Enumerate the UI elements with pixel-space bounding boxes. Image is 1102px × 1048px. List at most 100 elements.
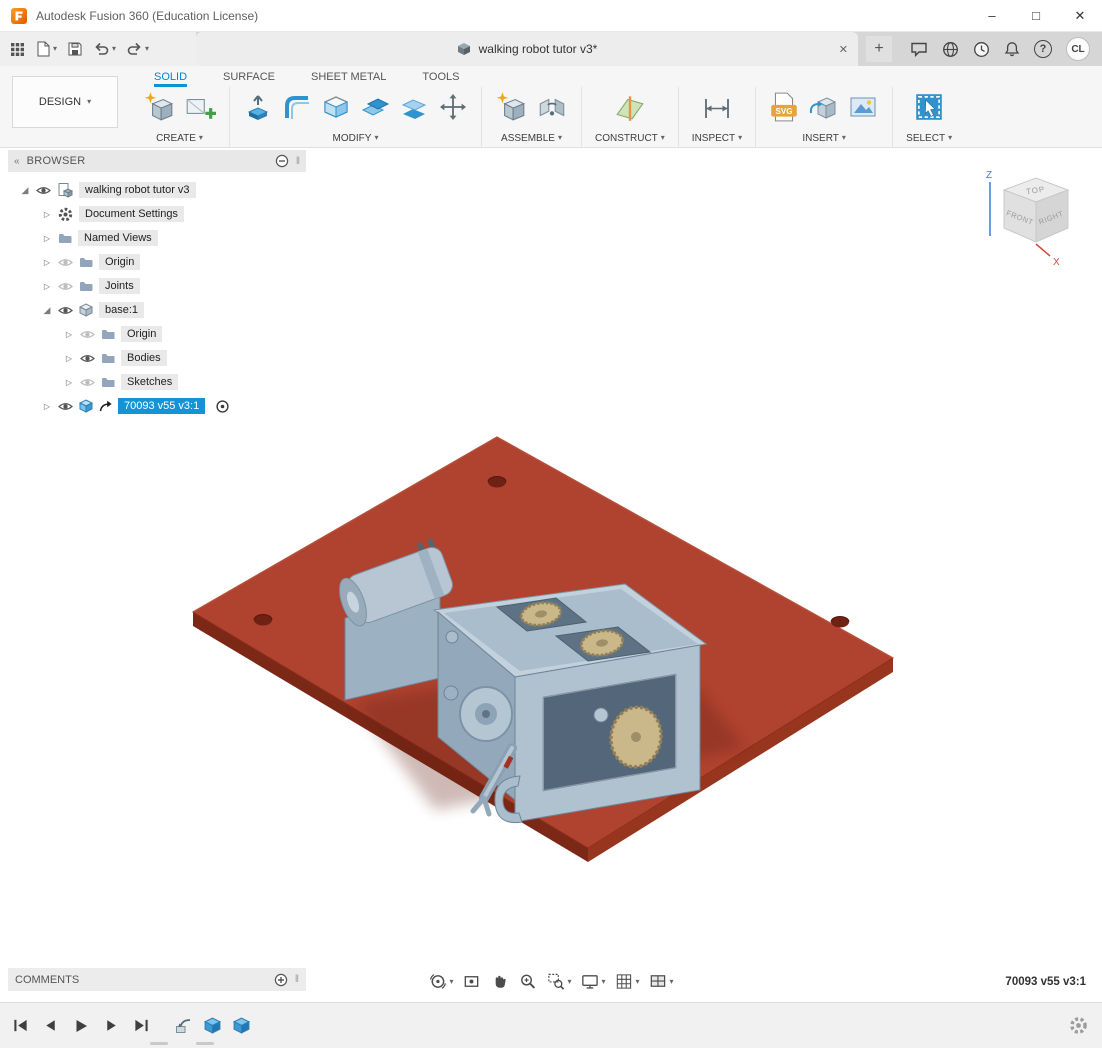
assemble-new-component-icon[interactable] (495, 91, 527, 128)
tree-row-base[interactable]: ◢ base:1 (8, 298, 306, 322)
redo-button[interactable]: ▾ (126, 41, 149, 57)
combine-icon[interactable] (360, 92, 390, 127)
tree-row-base-origin[interactable]: ▷ Origin (8, 322, 306, 346)
move-copy-icon[interactable] (438, 92, 468, 127)
offset-face-icon[interactable] (399, 92, 429, 127)
tree-item-label[interactable]: Named Views (78, 230, 158, 246)
tree-item-label[interactable]: base:1 (99, 302, 144, 318)
expand-toggle-icon[interactable]: ◢ (42, 305, 52, 316)
expand-toggle-icon[interactable]: ▷ (42, 258, 52, 267)
display-settings-icon[interactable]: ▾ (578, 971, 607, 992)
chevron-down-icon[interactable]: ▾ (199, 134, 203, 142)
timeline-scrollbar-segment[interactable] (150, 1042, 168, 1045)
collapse-panel-icon[interactable]: « (14, 156, 20, 167)
fillet-icon[interactable] (282, 92, 312, 127)
viewport-canvas[interactable]: « BROWSER ‖ ◢ walking robot tutor v3 ▷ (0, 148, 1102, 1002)
timeline-skip-start-button[interactable] (12, 1017, 29, 1034)
tree-item-label[interactable]: Origin (121, 326, 162, 342)
tab-surface[interactable]: SURFACE (223, 71, 275, 87)
shell-icon[interactable] (321, 92, 351, 127)
tree-row-bodies[interactable]: ▷ Bodies (8, 346, 306, 370)
tree-item-label[interactable]: Origin (99, 254, 140, 270)
create-sketch-icon[interactable] (184, 91, 216, 128)
job-status-clock-icon[interactable] (973, 41, 990, 58)
new-tab-button[interactable]: + (866, 36, 892, 62)
target-ring-icon[interactable] (215, 399, 230, 414)
new-component-icon[interactable] (143, 91, 175, 128)
tab-sheet-metal[interactable]: SHEET METAL (311, 71, 386, 87)
tree-row-document-settings[interactable]: ▷ Document Settings (8, 202, 306, 226)
insert-svg-icon[interactable]: SVG (769, 91, 799, 128)
visibility-eye-icon-hidden[interactable] (58, 257, 73, 268)
tree-row-named-views[interactable]: ▷ Named Views (8, 226, 306, 250)
visibility-eye-icon[interactable] (80, 353, 95, 364)
user-avatar[interactable]: CL (1066, 37, 1090, 61)
timeline-rollback-marker-icon[interactable] (174, 1017, 193, 1035)
comments-bar[interactable]: COMMENTS ‖ (8, 968, 306, 991)
joint-icon[interactable] (536, 91, 568, 128)
zoom-window-tool-icon[interactable]: ▾ (544, 971, 573, 992)
tree-row-origin[interactable]: ▷ Origin (8, 250, 306, 274)
close-button[interactable]: ✕ (1058, 0, 1102, 31)
tree-row-root[interactable]: ◢ walking robot tutor v3 (8, 178, 306, 202)
workspace-switcher[interactable]: DESIGN ▾ (12, 76, 118, 128)
comments-icon[interactable] (910, 41, 928, 57)
measure-icon[interactable] (701, 92, 733, 127)
expand-toggle-icon[interactable]: ▷ (42, 402, 52, 411)
tree-row-sketches[interactable]: ▷ Sketches (8, 370, 306, 394)
canvas-image-icon[interactable] (847, 92, 879, 127)
tab-tools[interactable]: TOOLS (422, 71, 459, 87)
visibility-eye-icon[interactable] (58, 305, 73, 316)
visibility-eye-icon[interactable] (58, 401, 73, 412)
undo-button[interactable]: ▾ (93, 41, 116, 57)
expand-toggle-icon[interactable]: ▷ (64, 330, 74, 339)
visibility-eye-icon[interactable] (36, 185, 51, 196)
timeline-component-op-icon[interactable] (232, 1016, 251, 1035)
timeline-step-forward-button[interactable] (103, 1017, 120, 1034)
app-grid-icon[interactable] (10, 42, 25, 57)
help-icon[interactable]: ? (1034, 40, 1052, 58)
timeline-skip-end-button[interactable] (133, 1017, 150, 1034)
panel-grip[interactable]: ‖ (295, 974, 299, 985)
tree-item-label[interactable]: Bodies (121, 350, 167, 366)
tree-row-linked-component[interactable]: ▷ 70093 v55 v3:1 (8, 394, 306, 418)
maximize-button[interactable]: □ (1014, 0, 1058, 31)
expand-toggle-icon[interactable]: ◢ (20, 185, 30, 196)
minimize-button[interactable]: – (970, 0, 1014, 31)
grid-display-icon[interactable]: ▾ (613, 971, 642, 992)
timeline-step-back-button[interactable] (42, 1017, 59, 1034)
chevron-down-icon[interactable]: ▾ (948, 134, 952, 142)
file-menu-button[interactable]: ▾ (35, 41, 57, 57)
expand-toggle-icon[interactable]: ▷ (42, 210, 52, 219)
zoom-tool-icon[interactable] (516, 971, 539, 992)
notifications-bell-icon[interactable] (1004, 41, 1020, 58)
pan-tool-icon[interactable] (488, 971, 511, 992)
tree-item-label[interactable]: Joints (99, 278, 140, 294)
tree-item-label[interactable]: walking robot tutor v3 (79, 182, 196, 198)
document-tab[interactable]: walking robot tutor v3* ✕ (196, 32, 858, 66)
chevron-down-icon[interactable]: ▾ (374, 134, 378, 142)
expand-toggle-icon[interactable]: ▷ (42, 282, 52, 291)
tree-item-label[interactable]: Sketches (121, 374, 178, 390)
tree-item-label-selected[interactable]: 70093 v55 v3:1 (118, 398, 205, 414)
chevron-down-icon[interactable]: ▾ (738, 134, 742, 142)
viewports-icon[interactable]: ▾ (647, 971, 676, 992)
tree-item-label[interactable]: Document Settings (79, 206, 184, 222)
add-comment-icon[interactable] (274, 973, 288, 987)
tree-row-joints[interactable]: ▷ Joints (8, 274, 306, 298)
save-button[interactable] (67, 41, 83, 57)
chevron-down-icon[interactable]: ▾ (558, 134, 562, 142)
web-globe-icon[interactable] (942, 41, 959, 58)
expand-toggle-icon[interactable]: ▷ (42, 234, 52, 243)
orbit-tool-icon[interactable]: ▾ (426, 971, 455, 992)
visibility-eye-icon-hidden[interactable] (80, 329, 95, 340)
construct-plane-icon[interactable] (613, 91, 647, 128)
panel-grip[interactable]: ‖ (296, 156, 300, 167)
expand-toggle-icon[interactable]: ▷ (64, 354, 74, 363)
collapse-all-icon[interactable] (275, 154, 289, 168)
tab-solid[interactable]: SOLID (154, 71, 187, 87)
tab-close-icon[interactable]: ✕ (839, 43, 848, 56)
insert-derive-icon[interactable] (808, 92, 838, 127)
expand-toggle-icon[interactable]: ▷ (64, 378, 74, 387)
browser-header[interactable]: « BROWSER ‖ (8, 150, 306, 172)
